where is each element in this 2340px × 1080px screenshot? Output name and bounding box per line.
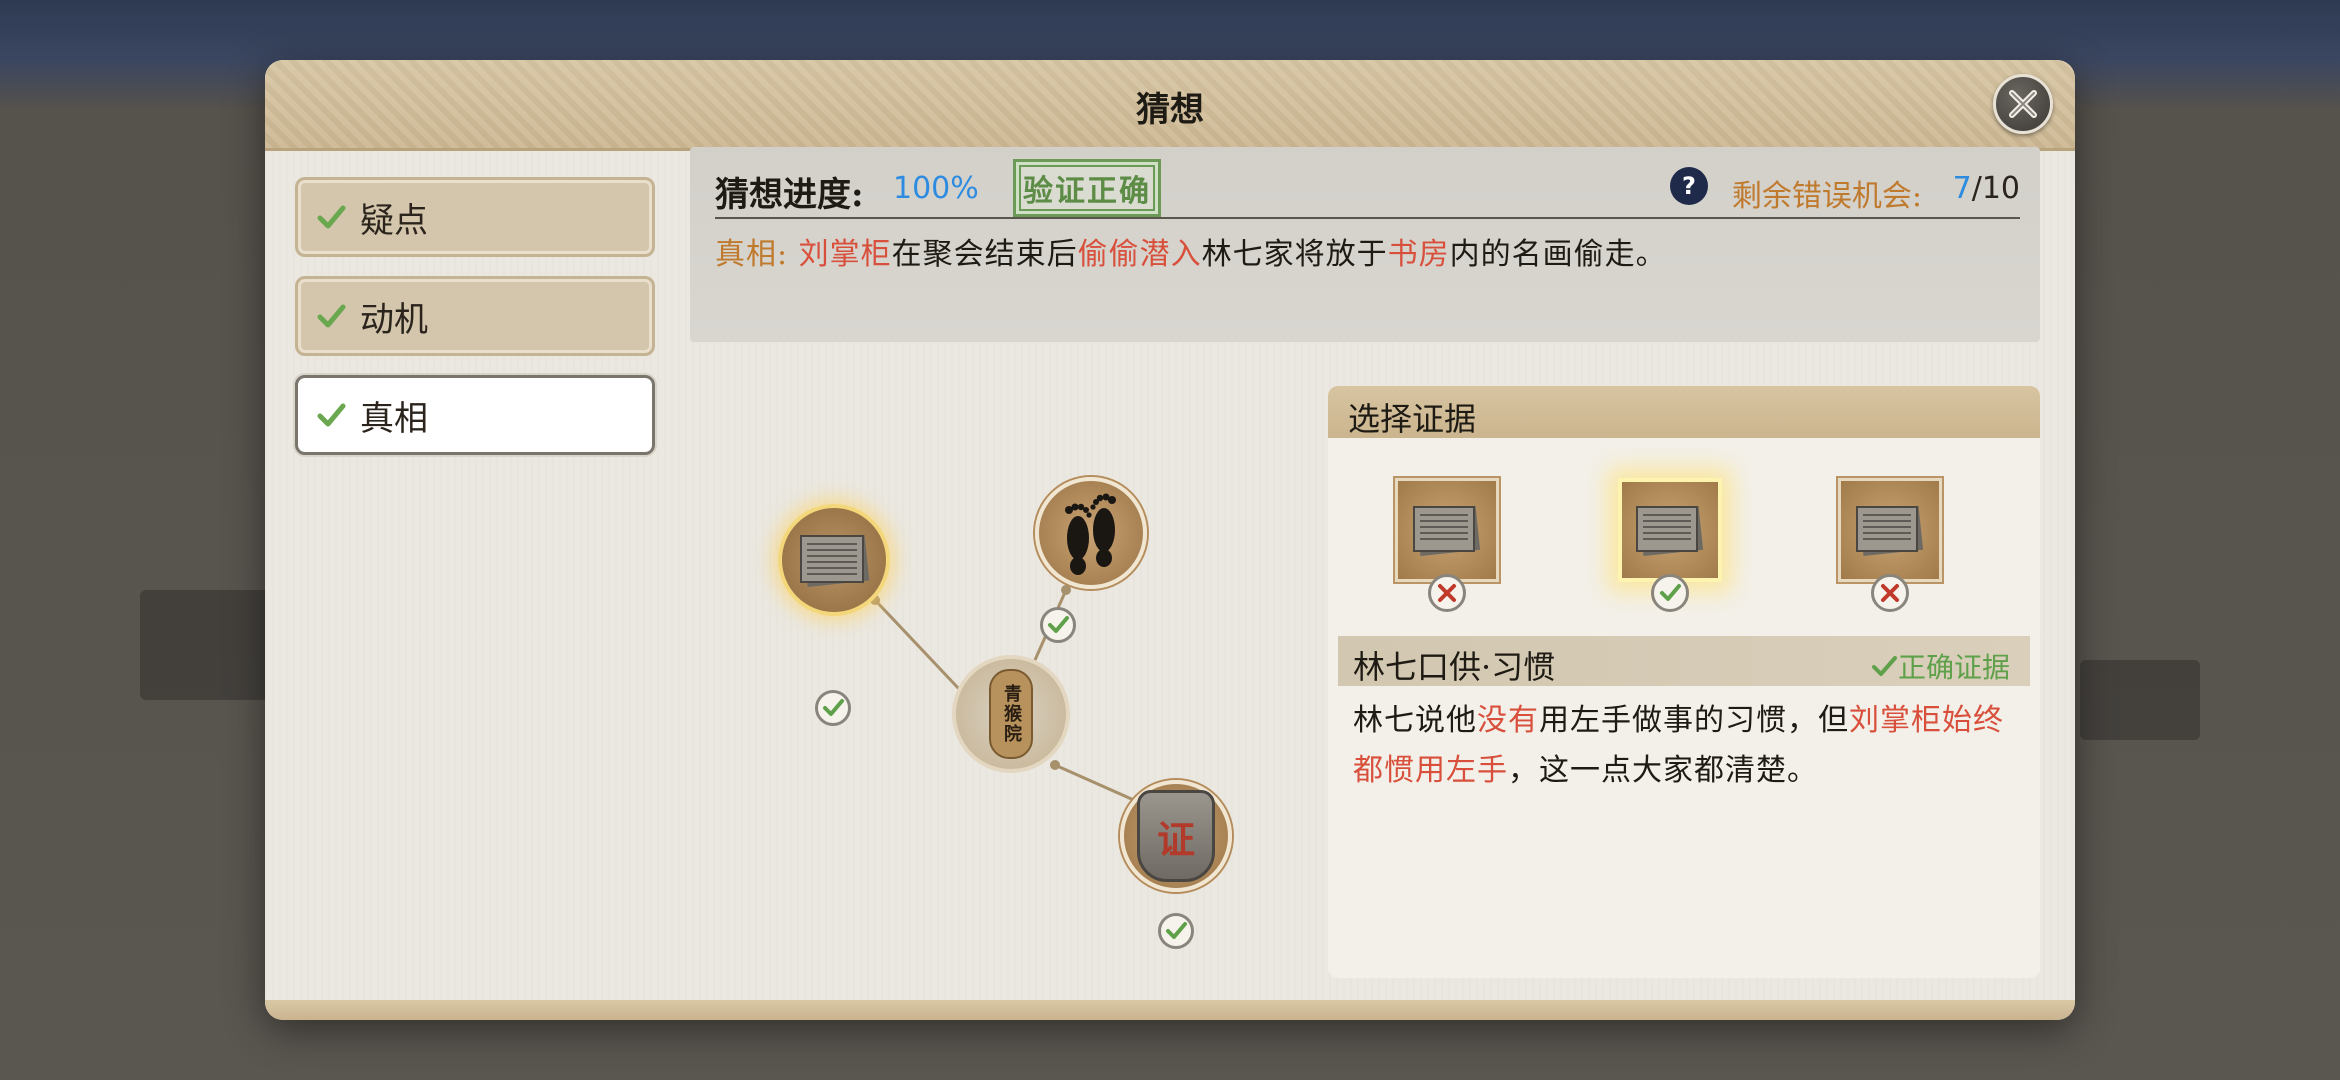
document-icon — [1856, 505, 1924, 557]
certificate-evidence-node[interactable]: 证 — [1120, 780, 1232, 892]
evidence-header: 选择证据 — [1328, 386, 2040, 438]
tab-label: 动机 — [360, 299, 428, 340]
dialog-title: 猜想 — [1136, 90, 1204, 130]
wrong-mark-icon — [1871, 574, 1909, 612]
truth-statement: 真相: 刘掌柜在聚会结束后偷偷潜入林七家将放于书房内的名画偷走。 — [715, 237, 1667, 272]
correct-mark-icon — [1651, 574, 1689, 612]
reasoning-graph: 青猴院 证 — [690, 360, 1290, 1000]
case-center-node: 青猴院 — [952, 655, 1070, 773]
tab-label: 疑点 — [360, 200, 428, 241]
progress-value: 100% — [893, 171, 979, 206]
verified-check-icon — [815, 690, 851, 726]
evidence-title: 选择证据 — [1348, 400, 1477, 438]
check-icon — [317, 403, 346, 427]
document-evidence-node[interactable] — [778, 504, 890, 616]
help-icon[interactable]: ? — [1670, 167, 1708, 205]
evidence-card[interactable] — [1395, 478, 1499, 582]
evidence-detail-title: 林七口供·习惯 — [1353, 648, 1556, 686]
document-icon — [800, 534, 870, 588]
conjecture-info-panel: 猜想进度: 100% 验证正确 ? 剩余错误机会: 7/10 真相: 刘掌柜在聚… — [690, 147, 2040, 342]
dialog-footer — [265, 1000, 2075, 1020]
certificate-icon: 证 — [1137, 790, 1215, 882]
remaining-chances-label: 剩余错误机会: — [1731, 179, 1922, 214]
tab-doubts[interactable]: 疑点 — [295, 177, 655, 257]
close-button[interactable] — [1993, 74, 2053, 134]
case-seal-text: 青猴院 — [1001, 684, 1022, 744]
background-object — [2080, 660, 2200, 740]
tab-motive[interactable]: 动机 — [295, 276, 655, 356]
evidence-card[interactable] — [1838, 478, 1942, 582]
document-icon — [1413, 505, 1481, 557]
remaining-chances-value: 7/10 — [1952, 171, 2020, 206]
case-seal: 青猴院 — [989, 669, 1033, 759]
check-icon — [317, 205, 346, 229]
tab-truth[interactable]: 真相 — [295, 375, 655, 455]
verified-check-icon — [1040, 607, 1076, 643]
verified-check-icon — [1158, 913, 1194, 949]
dialog-header: 猜想 — [265, 60, 2075, 151]
evidence-panel: 选择证据 林七口供·习惯 正确证据 林七说他没有用左手做事的习惯，但刘掌柜始终都… — [1328, 386, 2040, 978]
check-icon — [317, 304, 346, 328]
certificate-text: 证 — [1156, 816, 1195, 862]
progress-label: 猜想进度: — [715, 175, 864, 215]
evidence-description: 林七说他没有用左手做事的习惯，但刘掌柜始终都惯用左手，这一点大家都清楚。 — [1353, 703, 2004, 788]
footprints-evidence-node[interactable] — [1035, 477, 1147, 589]
footprints-icon — [1065, 493, 1116, 575]
check-icon — [1871, 656, 1897, 676]
correct-evidence-tag: 正确证据 — [1870, 646, 2010, 686]
evidence-card-selected[interactable] — [1618, 478, 1722, 582]
progress-row: 猜想进度: 100% 验证正确 ? 剩余错误机会: 7/10 — [715, 157, 2020, 219]
document-icon — [1636, 505, 1704, 557]
wrong-mark-icon — [1428, 574, 1466, 612]
tab-label: 真相 — [360, 398, 428, 439]
evidence-detail-bar: 林七口供·习惯 正确证据 — [1338, 636, 2030, 686]
close-icon — [2009, 90, 2037, 118]
verified-stamp: 验证正确 — [1013, 159, 1161, 217]
conjecture-dialog: 猜想 疑点 动机 真相 猜想进度: 100% 验证正确 ? 剩余错误机会: 7/… — [265, 60, 2075, 1020]
